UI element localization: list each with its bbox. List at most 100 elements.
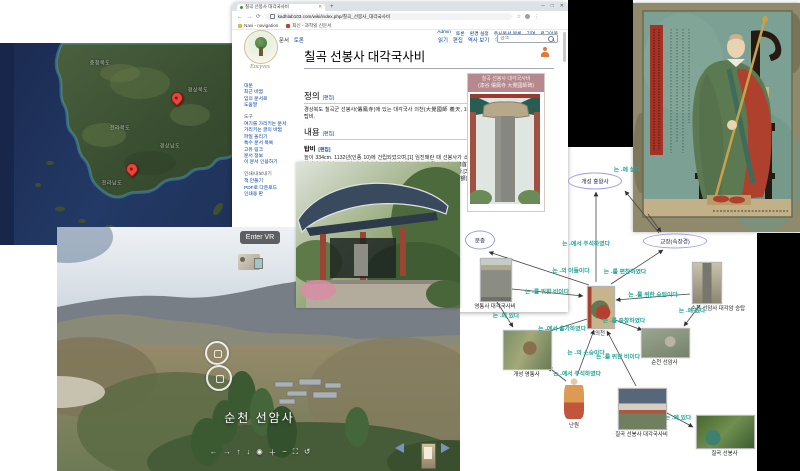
graph-node-chilgok-seonbongsa[interactable]: [696, 415, 755, 449]
graph-node-nanwon[interactable]: [564, 378, 584, 419]
graph-node-gaeseong-yeongtongsa[interactable]: [503, 330, 552, 370]
search-icon[interactable]: [548, 36, 554, 42]
scene-nav-left-arrow[interactable]: [395, 443, 404, 453]
bookmark-label: 최신 - 과학읽 신문서: [292, 23, 331, 29]
panorama-hotspot[interactable]: [205, 341, 229, 365]
view-tab[interactable]: 편집: [453, 36, 463, 44]
graph-edge: [667, 413, 693, 427]
browser-tab-strip: 칠곡 선봉사 대각국사비 ✕ + ─ □ ✕: [232, 2, 568, 11]
graph-node-gaeseong-heungwangsa[interactable]: 개성 흥왕사: [568, 173, 622, 190]
graph-edge-label: 는 -에서 출가하였다: [538, 324, 586, 333]
infobox: 칠곡 선봉사 대각국사비 (漆谷 僊鳳寺 大覺國師碑): [467, 73, 545, 212]
fullscreen-icon[interactable]: ⛶: [293, 447, 298, 458]
korea-satellite-map[interactable]: 충청북도경상북도전라북도경상남도전라남도: [0, 43, 233, 245]
scene-signpost-icon[interactable]: [421, 443, 436, 469]
stele-photo[interactable]: [470, 94, 540, 204]
graph-node-uicheon[interactable]: [587, 286, 615, 329]
scene-nav-right-arrow[interactable]: [441, 443, 450, 453]
close-icon[interactable]: ✕: [560, 3, 564, 9]
edit-link[interactable]: [편집]: [323, 132, 335, 137]
black-background-band: [568, 0, 633, 147]
search-input[interactable]: [500, 36, 548, 41]
namespace-tab[interactable]: 토론: [294, 36, 304, 44]
browser-address-bar: ← →⟳ kadhlab103.com/wiki/index.php/칠곡_선봉사…: [232, 11, 568, 22]
graph-node-label: 순천 선암사 대각암 승탑: [691, 304, 745, 312]
url-text: kadhlab103.com/wiki/index.php/칠곡_선봉사_대각국…: [278, 14, 391, 20]
graph-edge-label: 는 -를 중창하였다: [603, 316, 645, 325]
reset-view-icon[interactable]: ↺: [304, 447, 310, 458]
scrollbar[interactable]: [563, 32, 566, 62]
camcorder-icon[interactable]: [238, 254, 260, 270]
graph-node-label: 칠곡 선봉사 대각국사비: [615, 430, 668, 438]
pan-left-icon[interactable]: ←: [210, 447, 218, 458]
graph-edge: [548, 367, 566, 381]
page-title: 칠곡 선봉사 대각국사비: [304, 46, 554, 69]
bookmark-star-icon[interactable]: ☆: [517, 14, 521, 20]
bookmarks-bar: Navi - navigation 최신 - 과학읽 신문서: [232, 22, 568, 30]
bookmark-item[interactable]: 최신 - 과학읽 신문서: [286, 23, 331, 29]
zoom-in-icon[interactable]: ＋: [269, 447, 277, 458]
wiki-search[interactable]: [497, 34, 558, 43]
page-info-icon[interactable]: [270, 14, 275, 19]
bookmark-favicon: [238, 24, 242, 28]
view-tab[interactable]: 읽기: [438, 36, 448, 44]
sidebar-link[interactable]: 이 문서 인용하기: [244, 160, 302, 166]
graph-edge: [577, 330, 594, 376]
graph-node-label: 의천: [595, 329, 605, 337]
person-link-icon[interactable]: [541, 47, 549, 57]
graph-edge-label: 는 -에 있다: [679, 306, 705, 315]
namespace-tabs: 문서 토론: [279, 36, 304, 44]
encyves-wiki-logo[interactable]: [244, 30, 278, 64]
maximize-icon[interactable]: □: [551, 3, 554, 9]
back-icon[interactable]: ←: [237, 14, 243, 20]
panorama-hotspot[interactable]: [206, 365, 232, 391]
wiki-sidebar: 대문최근 바뀜임의 문서로도움말도구여기를 가리키는 문서가리키는 글의 바뀜파…: [244, 84, 302, 199]
zoom-out-icon[interactable]: −: [282, 447, 286, 458]
browser-tab[interactable]: 칠곡 선봉사 대각국사비 ✕: [237, 4, 325, 12]
tab-title: 칠곡 선봉사 대각국사비: [245, 4, 316, 10]
bookmark-item[interactable]: Navi - navigation: [238, 23, 278, 28]
namespace-tab[interactable]: 문서: [279, 36, 289, 44]
graph-edge-label: 는 -를 위한 승탑이다: [628, 290, 677, 299]
profile-avatar[interactable]: [525, 14, 530, 19]
url-omnibox[interactable]: kadhlab103.com/wiki/index.php/칠곡_선봉사_대각국…: [266, 13, 512, 20]
graph-node-chilgok-seonbongsa-daegakguksabi[interactable]: [618, 388, 667, 430]
graph-edge: [611, 250, 663, 284]
bookmark-favicon: [286, 24, 290, 28]
enter-vr-button[interactable]: Enter VR: [240, 231, 280, 244]
new-tab-button[interactable]: +: [330, 4, 334, 10]
pan-up-icon[interactable]: ↑: [237, 447, 241, 458]
graph-node-label: 칠곡 선봉사: [711, 449, 737, 457]
sidebar-section-header: 도구: [244, 115, 302, 121]
close-tab-icon[interactable]: ✕: [318, 4, 322, 10]
minimize-icon[interactable]: ─: [541, 3, 545, 9]
graph-edge-label: 는 -의 스승이다: [567, 348, 604, 357]
province-label: 충청북도: [90, 60, 110, 67]
reload-icon[interactable]: ⟳: [256, 14, 261, 20]
edit-link[interactable]: [편집]: [323, 96, 335, 101]
forward-icon[interactable]: →: [247, 14, 253, 20]
pan-down-icon[interactable]: ↓: [247, 447, 251, 458]
sidebar-link[interactable]: 인쇄용 판: [244, 192, 302, 198]
province-label: 전라남도: [102, 180, 122, 187]
edit-link[interactable]: [편집]: [318, 148, 330, 153]
graph-node-suncheon-seonamsa[interactable]: [641, 328, 690, 358]
sidebar-section-header: 인쇄/내보내기: [244, 172, 302, 178]
graph-edge-label: 는 -를 위한 비이다: [596, 352, 640, 361]
sidebar-link[interactable]: 도움말: [244, 103, 302, 109]
pan-right-icon[interactable]: →: [223, 447, 231, 458]
graph-edge-label: 는 -를 편찬하였다: [604, 267, 646, 276]
graph-edge: [544, 319, 587, 333]
province-label: 경상북도: [188, 87, 208, 94]
graph-node-gyojang-sokjanggyeong[interactable]: 교장(속장경): [643, 234, 707, 249]
graph-node-seonamsa-daegakam-seungtap[interactable]: [692, 262, 722, 304]
wiki-favicon: [240, 6, 243, 9]
view-tab[interactable]: 역사 보기: [468, 36, 489, 44]
browser-menu-icon[interactable]: ⋮: [534, 14, 539, 20]
graph-edge-label: 는 -에 있다: [665, 413, 691, 422]
collage-screenshot: 충청북도경상북도전라북도경상남도전라남도 칠곡 선봉사 대각국사비 ✕ + ─□…: [0, 0, 800, 471]
compass-icon[interactable]: ◉: [256, 447, 263, 458]
graph-edge: [615, 320, 642, 330]
province-label: 경상남도: [160, 143, 180, 150]
graph-edge-label: 는 -에서 주석하였다: [553, 369, 601, 378]
